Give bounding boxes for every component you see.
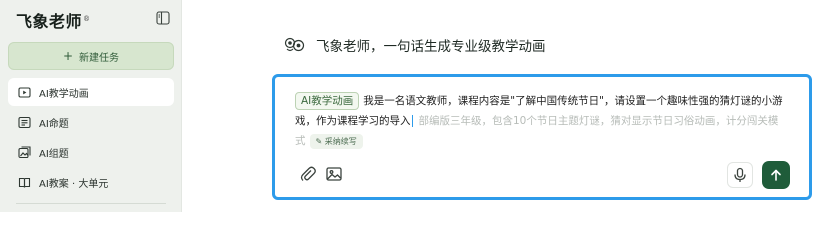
list-icon <box>18 116 31 128</box>
sidebar-item-label: AI教案 · 大单元 <box>39 178 109 190</box>
mode-chip[interactable]: AI教学动画 <box>295 92 360 110</box>
sidebar: 飞象老师® + 新建任务 AI教学动画 AI命题 AI组题 AI教案 · 大单元 <box>0 0 182 212</box>
accept-icon: ✎ <box>315 136 325 146</box>
plus-icon: + <box>62 49 74 63</box>
book-icon <box>18 177 31 188</box>
sidebar-item-ai-animation[interactable]: AI教学动画 <box>8 78 174 106</box>
arrow-up-icon <box>771 169 781 181</box>
microphone-icon <box>734 167 746 182</box>
page-title: 飞象老师，一句话生成专业级教学动画 <box>316 39 546 55</box>
sidebar-item-ai-assemble[interactable]: AI组题 <box>8 138 174 166</box>
registered-mark: ® <box>83 14 91 23</box>
voice-input-button[interactable] <box>727 162 753 188</box>
text-caret <box>411 115 413 127</box>
sidebar-item-label: AI教学动画 <box>39 88 89 100</box>
image-upload-icon[interactable] <box>325 165 343 183</box>
prompt-composer[interactable]: AI教学动画 我是一名语文教师，课程内容是"了解中国传统节日"，请设置一个趣味性强… <box>272 74 812 200</box>
send-button[interactable] <box>762 161 790 189</box>
accept-suggestion-label: 采纳续写 <box>324 136 357 146</box>
new-task-label: 新建任务 <box>79 52 120 64</box>
headline: 飞象老师，一句话生成专业级教学动画 <box>284 35 546 55</box>
brand-name: 飞象老师 <box>16 12 83 31</box>
sidebar-item-ai-lesson-plan[interactable]: AI教案 · 大单元 <box>8 168 174 196</box>
accept-suggestion-button[interactable]: ✎ 采纳续写 <box>309 133 363 149</box>
sidebar-divider <box>16 203 166 204</box>
sidebar-toggle-icon[interactable] <box>156 11 170 25</box>
mascot-icon <box>284 37 305 52</box>
image-stack-icon <box>18 145 31 158</box>
animation-icon <box>18 86 31 98</box>
prompt-input[interactable]: AI教学动画 我是一名语文教师，课程内容是"了解中国传统节日"，请设置一个趣味性强… <box>295 91 785 151</box>
sidebar-item-label: AI命题 <box>39 118 69 130</box>
attachment-icon[interactable] <box>299 165 317 183</box>
sidebar-item-label: AI组题 <box>39 148 69 160</box>
brand-logo: 飞象老师® <box>16 8 91 32</box>
sidebar-item-ai-questions[interactable]: AI命题 <box>8 108 174 136</box>
new-task-button[interactable]: + 新建任务 <box>8 42 174 70</box>
sidebar-nav: AI教学动画 AI命题 AI组题 AI教案 · 大单元 <box>8 78 174 198</box>
